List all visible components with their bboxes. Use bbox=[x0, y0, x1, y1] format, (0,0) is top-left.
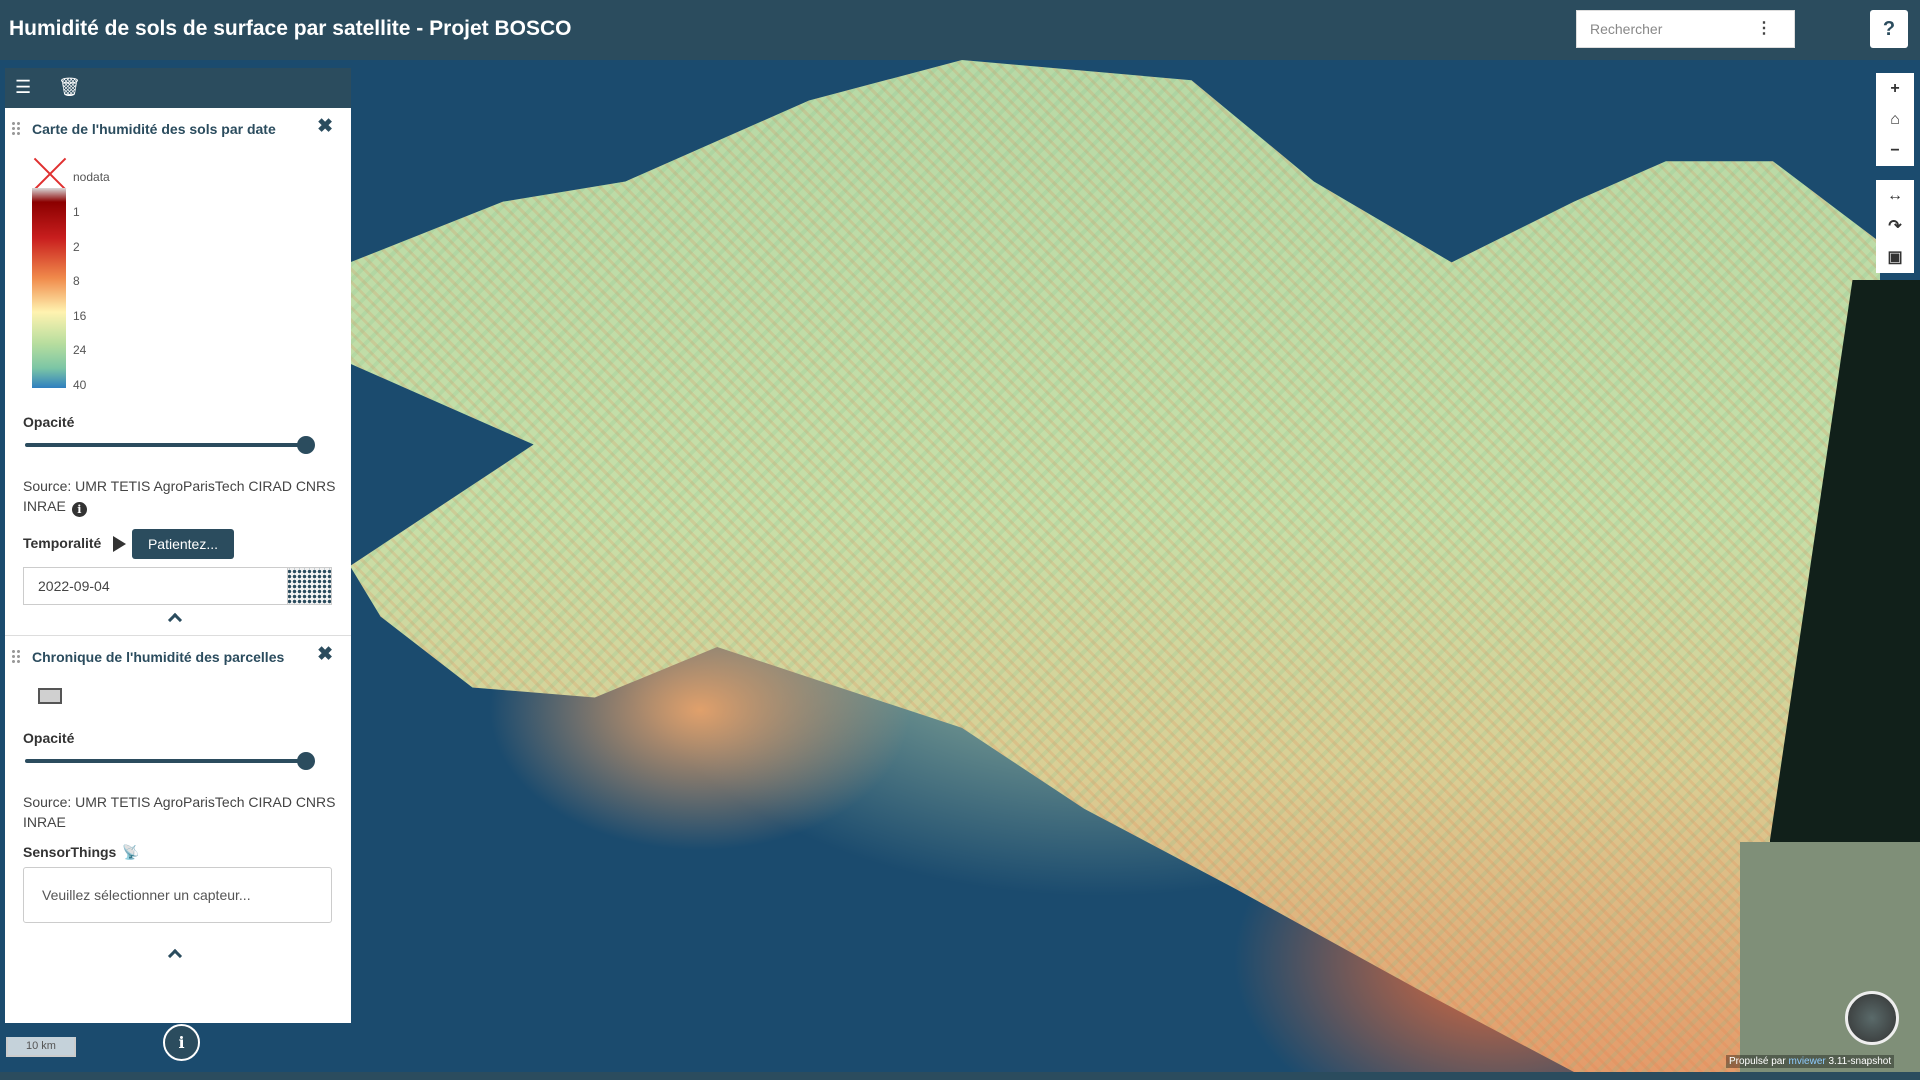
opacity-slider[interactable] bbox=[25, 430, 315, 460]
layer-parcel-moisture-chronicle: Chronique de l'humidité des parcelles ✖ … bbox=[5, 636, 351, 971]
source-line: INRAE bbox=[23, 498, 66, 514]
search-box[interactable]: ⋮ bbox=[1576, 10, 1795, 48]
slider-track bbox=[25, 759, 305, 763]
temporal-row: Temporalité Patientez... bbox=[23, 529, 351, 559]
info-button[interactable]: i bbox=[163, 1024, 200, 1061]
source-line: INRAE bbox=[23, 814, 66, 830]
attribution: Propulsé par mviewer 3.11-snapshot bbox=[1726, 1055, 1895, 1068]
drag-handle-icon[interactable] bbox=[11, 121, 21, 135]
opacity-label: Opacité bbox=[23, 730, 75, 746]
calendar-grid-icon[interactable] bbox=[287, 568, 331, 604]
search-input[interactable] bbox=[1577, 11, 1757, 47]
credit-version: 3.11-snapshot bbox=[1828, 1056, 1892, 1067]
more-options-icon[interactable]: ⋮ bbox=[1756, 19, 1772, 39]
map-soil-moisture-layer bbox=[350, 60, 1880, 1072]
layer-header: Carte de l'humidité des sols par date ✖ bbox=[5, 108, 351, 148]
layers-panel: ☰ 🗑 Carte de l'humidité des sols par dat… bbox=[5, 68, 351, 1023]
slider-track bbox=[25, 443, 305, 447]
footer-bar bbox=[0, 1072, 1920, 1080]
layer-soil-moisture-map: Carte de l'humidité des sols par date ✖ … bbox=[5, 108, 351, 636]
list-icon[interactable]: ☰ bbox=[15, 76, 31, 98]
source-line: Source: UMR TETIS AgroParisTech CIRAD CN… bbox=[23, 794, 336, 810]
play-icon[interactable] bbox=[113, 536, 126, 552]
map-controls: + ⌂ − ↔ ↷ ▣ bbox=[1876, 73, 1914, 273]
source-text: Source: UMR TETIS AgroParisTech CIRAD CN… bbox=[23, 792, 343, 832]
map-basemap-area bbox=[1740, 842, 1920, 1072]
source-text: Source: UMR TETIS AgroParisTech CIRAD CN… bbox=[23, 476, 343, 517]
legend-tick: 1 bbox=[73, 205, 80, 219]
wait-button[interactable]: Patientez... bbox=[132, 529, 234, 559]
layer-title: Carte de l'humidité des sols par date bbox=[32, 121, 276, 137]
legend-swatch bbox=[38, 688, 62, 704]
chevron-up-icon bbox=[167, 612, 183, 628]
date-picker[interactable] bbox=[23, 567, 332, 605]
home-button[interactable]: ⌂ bbox=[1876, 104, 1914, 135]
credit-prefix: Propulsé par bbox=[1729, 1056, 1786, 1067]
layer-header: Chronique de l'humidité des parcelles ✖ bbox=[5, 636, 351, 676]
slider-thumb[interactable] bbox=[297, 436, 315, 454]
close-layer-button[interactable]: ✖ bbox=[317, 117, 333, 137]
drag-handle-icon[interactable] bbox=[11, 649, 21, 663]
legend-tick: 24 bbox=[73, 343, 87, 357]
panel-toolbar: ☰ 🗑 bbox=[5, 68, 351, 108]
sensor-row: SensorThings 📡 bbox=[23, 844, 351, 861]
legend-tick: 8 bbox=[73, 274, 80, 288]
rss-feed-icon: 📡 bbox=[122, 844, 140, 860]
opacity-label: Opacité bbox=[23, 414, 75, 430]
help-button[interactable]: ? bbox=[1870, 10, 1908, 48]
legend-color-ramp bbox=[32, 188, 66, 388]
zoom-in-button[interactable]: + bbox=[1876, 73, 1914, 104]
legend-tick: 40 bbox=[73, 378, 87, 392]
legend-tick: 16 bbox=[73, 309, 87, 323]
trash-icon[interactable]: 🗑 bbox=[58, 76, 81, 98]
scale-bar: 10 km bbox=[6, 1037, 76, 1057]
date-input[interactable] bbox=[24, 568, 288, 604]
collapse-layer-button[interactable] bbox=[5, 941, 351, 971]
temporal-label: Temporalité bbox=[23, 535, 102, 551]
collapse-layer-button[interactable] bbox=[5, 605, 351, 635]
credit-link[interactable]: mviewer bbox=[1788, 1056, 1825, 1067]
legend-tick: 2 bbox=[73, 240, 80, 254]
close-layer-button[interactable]: ✖ bbox=[317, 645, 333, 665]
overview-map-button[interactable] bbox=[1845, 991, 1899, 1045]
sensor-label: SensorThings bbox=[23, 844, 117, 860]
info-icon[interactable]: i bbox=[71, 502, 87, 517]
measure-button[interactable]: ↔ bbox=[1876, 180, 1914, 211]
share-button[interactable]: ↷ bbox=[1876, 211, 1914, 242]
zoom-out-button[interactable]: − bbox=[1876, 135, 1914, 166]
slider-thumb[interactable] bbox=[297, 752, 315, 770]
export-image-button[interactable]: ▣ bbox=[1876, 242, 1914, 273]
chevron-up-icon bbox=[167, 948, 183, 964]
page-title: Humidité de sols de surface par satellit… bbox=[9, 17, 572, 40]
layer-title: Chronique de l'humidité des parcelles bbox=[32, 649, 285, 665]
nodata-icon bbox=[32, 156, 68, 192]
source-line: Source: UMR TETIS AgroParisTech CIRAD CN… bbox=[23, 478, 336, 494]
legend: nodata 1 2 8 16 24 40 bbox=[32, 148, 351, 406]
legend-label-nodata: nodata bbox=[73, 170, 110, 184]
app-header: Humidité de sols de surface par satellit… bbox=[0, 0, 1920, 60]
opacity-slider[interactable] bbox=[25, 746, 315, 776]
sensor-select[interactable]: Veuillez sélectionner un capteur... bbox=[23, 867, 332, 923]
